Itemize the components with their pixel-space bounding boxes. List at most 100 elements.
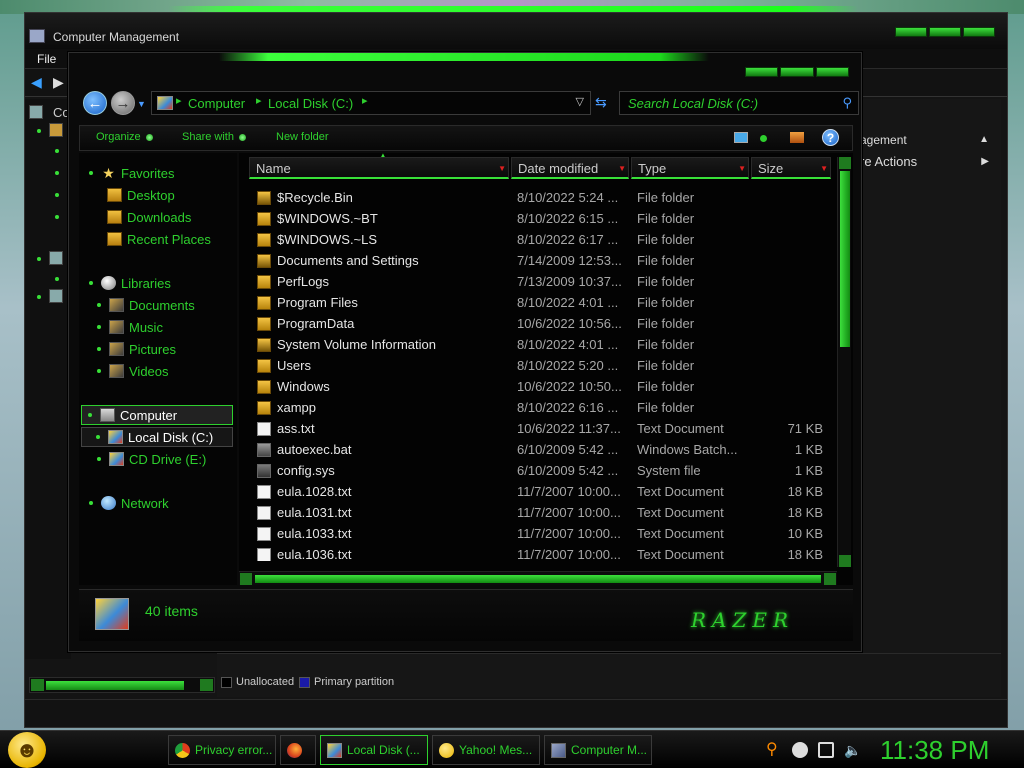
nav-computer[interactable]: Computer: [81, 405, 233, 425]
change-view-icon[interactable]: [734, 132, 748, 143]
file-row[interactable]: Users 8/10/2022 5:20 ... File folder: [239, 355, 835, 376]
nav-pictures[interactable]: Pictures: [97, 339, 176, 359]
expander-dot-icon[interactable]: [89, 281, 93, 285]
history-dropdown-icon[interactable]: ▼: [137, 99, 146, 109]
share-with-button[interactable]: Share with: [182, 131, 246, 143]
column-date-modified[interactable]: Date modified ▼: [511, 157, 629, 179]
nav-network[interactable]: Network: [89, 493, 169, 513]
scroll-thumb[interactable]: [840, 171, 850, 347]
file-row[interactable]: $Recycle.Bin 8/10/2022 5:24 ... File folde…: [239, 187, 835, 208]
tree-expander-dot[interactable]: [55, 149, 59, 153]
expander-dot-icon[interactable]: [97, 303, 101, 307]
expander-dot-icon[interactable]: [97, 369, 101, 373]
expander-dot-icon[interactable]: [97, 457, 101, 461]
close-button[interactable]: [815, 67, 849, 77]
scroll-right-arrow[interactable]: [824, 573, 836, 585]
maximize-button[interactable]: [780, 67, 814, 77]
scroll-right-arrow[interactable]: [200, 679, 213, 691]
menu-file[interactable]: File: [37, 52, 56, 66]
cm-forward-arrow-icon[interactable]: ▶: [53, 75, 69, 89]
taskbar-button-chrome[interactable]: Privacy error...: [168, 735, 276, 765]
breadcrumb-separator-icon[interactable]: ▸: [256, 94, 262, 107]
view-options-dot-icon[interactable]: [760, 135, 767, 142]
file-row[interactable]: System Volume Information 8/10/2022 4:01 …: [239, 334, 835, 355]
tree-expander-dot[interactable]: [37, 257, 41, 261]
cm-close-button[interactable]: [963, 27, 995, 37]
taskbar-button-firefox[interactable]: [280, 735, 316, 765]
nav-cd-drive[interactable]: CD Drive (E:): [97, 449, 206, 469]
nav-documents[interactable]: Documents: [97, 295, 195, 315]
file-row[interactable]: Program Files 8/10/2022 4:01 ... File fold…: [239, 292, 835, 313]
nav-desktop[interactable]: Desktop: [107, 185, 175, 205]
cm-maximize-button[interactable]: [929, 27, 961, 37]
expander-dot-icon[interactable]: [97, 325, 101, 329]
address-dropdown-icon[interactable]: ▽: [576, 95, 584, 108]
cm-back-arrow-icon[interactable]: ◀: [31, 75, 47, 89]
file-row[interactable]: xampp 8/10/2022 6:16 ... File folder: [239, 397, 835, 418]
column-dropdown-icon[interactable]: ▼: [738, 158, 746, 180]
file-row[interactable]: eula.1028.txt 11/7/2007 10:00... Text Docu…: [239, 481, 835, 502]
messenger-tray-icon[interactable]: [792, 742, 808, 758]
tree-expander-dot[interactable]: [55, 193, 59, 197]
tree-expander-dot[interactable]: [55, 277, 59, 281]
help-icon[interactable]: ?: [822, 129, 839, 146]
file-row[interactable]: $WINDOWS.~BT 8/10/2022 6:15 ... File folde…: [239, 208, 835, 229]
volume-icon[interactable]: 🔈: [844, 742, 861, 758]
expander-dot-icon[interactable]: [96, 435, 100, 439]
tree-expander-dot[interactable]: [37, 129, 41, 133]
breadcrumb-local-disk[interactable]: Local Disk (C:): [268, 96, 353, 111]
file-row[interactable]: eula.1031.txt 11/7/2007 10:00... Text Docu…: [239, 502, 835, 523]
start-button[interactable]: ☻: [8, 732, 46, 768]
file-row[interactable]: Windows 10/6/2022 10:50... File folder: [239, 376, 835, 397]
nav-downloads[interactable]: Downloads: [107, 207, 191, 227]
search-input[interactable]: [628, 94, 828, 112]
nav-libraries[interactable]: Libraries: [89, 273, 171, 293]
cm-minimize-button[interactable]: [895, 27, 927, 37]
nav-videos[interactable]: Videos: [97, 361, 169, 381]
clock[interactable]: 11:38 PM: [880, 735, 989, 766]
cm-titlebar[interactable]: Computer Management: [25, 13, 1007, 49]
horizontal-scrollbar[interactable]: [239, 571, 837, 585]
column-size[interactable]: Size ▼: [751, 157, 831, 179]
nav-favorites[interactable]: ★ Favorites: [89, 163, 174, 183]
file-row[interactable]: eula.1033.txt 11/7/2007 10:00... Text Docu…: [239, 523, 835, 544]
address-bar[interactable]: ▸ Computer ▸ Local Disk (C:) ▸ ▽: [151, 91, 591, 115]
breadcrumb-separator-icon[interactable]: ▸: [362, 94, 368, 107]
tree-expander-dot[interactable]: [37, 295, 41, 299]
file-row[interactable]: config.sys 6/10/2009 5:42 ... System file 1…: [239, 460, 835, 481]
taskbar-button-yahoo[interactable]: Yahoo! Mes...: [432, 735, 540, 765]
search-tray-icon[interactable]: ⚲: [766, 742, 782, 758]
scroll-down-arrow[interactable]: [839, 555, 851, 567]
organize-button[interactable]: Organize: [96, 131, 153, 143]
breadcrumb-computer[interactable]: Computer: [188, 96, 245, 111]
nav-local-disk[interactable]: Local Disk (C:): [81, 427, 233, 447]
file-row[interactable]: $WINDOWS.~LS 8/10/2022 6:17 ... File folde…: [239, 229, 835, 250]
file-row[interactable]: PerfLogs 7/13/2009 10:37... File folder: [239, 271, 835, 292]
expander-dot-icon[interactable]: [89, 171, 93, 175]
file-row[interactable]: ProgramData 10/6/2022 10:56... File folder: [239, 313, 835, 334]
scroll-thumb[interactable]: [255, 575, 821, 583]
nav-recent-places[interactable]: Recent Places: [107, 229, 211, 249]
expander-dot-icon[interactable]: [97, 347, 101, 351]
refresh-button[interactable]: ⇆: [595, 94, 613, 110]
scroll-thumb[interactable]: [46, 681, 184, 690]
column-dropdown-icon[interactable]: ▼: [498, 158, 506, 180]
expander-dot-icon[interactable]: [89, 501, 93, 505]
tree-expander-dot[interactable]: [55, 215, 59, 219]
nav-music[interactable]: Music: [97, 317, 163, 337]
taskbar-button-local-disk[interactable]: Local Disk (...: [320, 735, 428, 765]
breadcrumb-separator-icon[interactable]: ▸: [176, 94, 182, 107]
cm-horizontal-scrollbar[interactable]: [29, 677, 215, 693]
collapse-up-icon[interactable]: ▲: [979, 129, 989, 151]
vertical-scrollbar[interactable]: [837, 157, 851, 567]
file-row[interactable]: eula.1036.txt 11/7/2007 10:00... Text Docu…: [239, 544, 835, 561]
file-row[interactable]: Documents and Settings 7/14/2009 12:53...…: [239, 250, 835, 271]
tree-expander-dot[interactable]: [55, 171, 59, 175]
new-folder-button[interactable]: New folder: [276, 131, 329, 143]
file-row[interactable]: ass.txt 10/6/2022 11:37... Text Document 71…: [239, 418, 835, 439]
scroll-up-arrow[interactable]: [839, 157, 851, 169]
file-row[interactable]: autoexec.bat 6/10/2009 5:42 ... Windows Ba…: [239, 439, 835, 460]
back-button[interactable]: ←: [83, 91, 107, 115]
expander-dot-icon[interactable]: [88, 413, 92, 417]
forward-button[interactable]: →: [111, 91, 135, 115]
